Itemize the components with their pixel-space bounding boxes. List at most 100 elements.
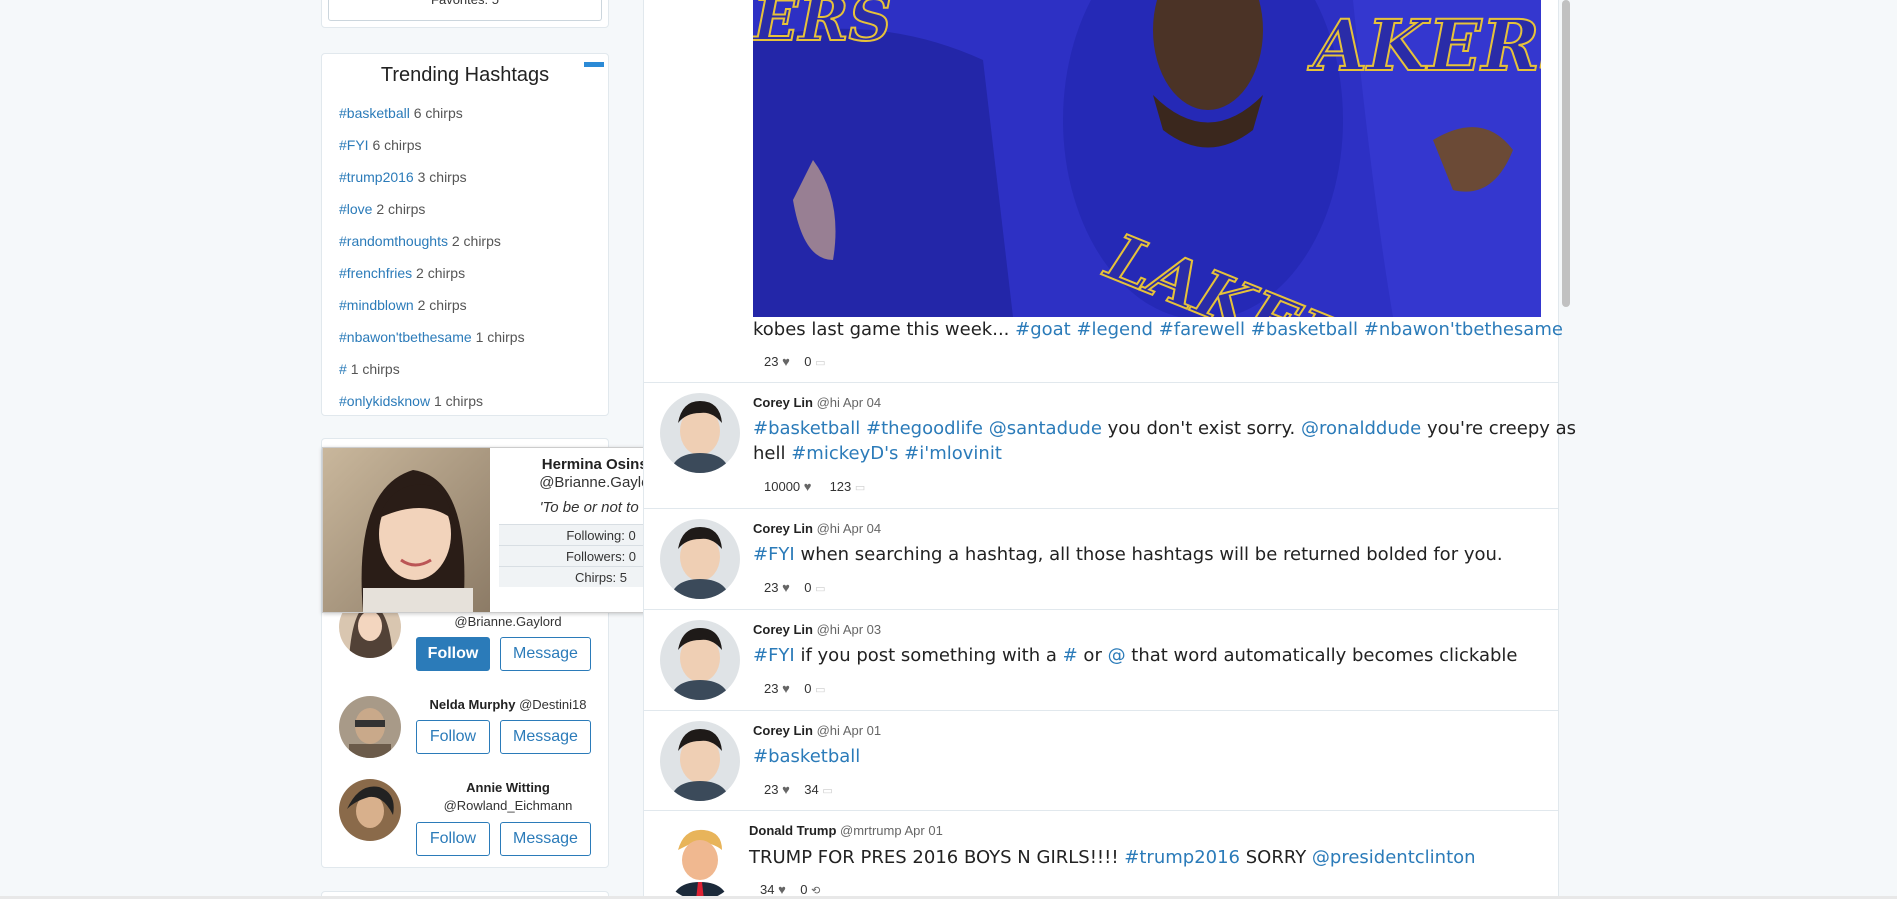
post-byline: Corey Lin @hi Apr 03 — [753, 622, 881, 637]
avatar[interactable] — [339, 696, 401, 758]
like-count: 10000 — [764, 479, 801, 494]
rechirp-count: 0 — [804, 354, 812, 369]
divider — [643, 382, 1559, 383]
mention-link[interactable]: @presidentclinton — [1312, 847, 1476, 868]
minimize-icon[interactable] — [584, 62, 604, 67]
hashtag-link[interactable]: #farewell — [1159, 319, 1245, 340]
avatar[interactable] — [660, 721, 740, 801]
chirp-count: 6 chirps — [372, 137, 422, 153]
author-name[interactable]: Corey Lin — [753, 622, 813, 637]
avatar[interactable] — [660, 519, 740, 599]
follow-button[interactable]: Follow — [416, 822, 490, 856]
hashtag-link[interactable]: #randomthoughts — [339, 233, 448, 249]
rechirp-count: 34 — [804, 782, 819, 797]
post-actions: 23 ♥ 34 ▭ — [764, 782, 833, 797]
trending-item: #randomthoughts 2 chirps — [339, 231, 525, 263]
avatar[interactable] — [660, 620, 740, 700]
author-name[interactable]: Donald Trump — [749, 823, 836, 838]
avatar[interactable] — [339, 779, 401, 841]
hashtag-link[interactable]: #frenchfries — [339, 265, 412, 281]
follow-button[interactable]: Follow — [416, 720, 490, 754]
hashtag-link[interactable]: #love — [339, 201, 372, 217]
like-count: 23 — [764, 681, 779, 696]
chirp-count: 2 chirps — [376, 201, 426, 217]
post-byline: Corey Lin @hi Apr 01 — [753, 723, 881, 738]
heart-icon[interactable]: ♥ — [778, 882, 786, 897]
divider — [643, 609, 1559, 610]
author-handle: @hi — [816, 622, 840, 637]
heart-icon[interactable]: ♥ — [782, 782, 790, 797]
hashtag-link[interactable]: #mickeyD's — [791, 443, 898, 464]
hashtag-link[interactable]: #basketball — [339, 105, 410, 121]
post-actions: 34 ♥ 0 ⟲ — [760, 882, 820, 897]
chirp-count: 6 chirps — [413, 105, 463, 121]
hashtag-link[interactable]: #legend — [1076, 319, 1153, 340]
message-button[interactable]: Message — [500, 637, 591, 671]
profile-stats-panel: Favorites: 5 — [321, 0, 609, 28]
like-count: 34 — [760, 882, 775, 897]
hashtag-link[interactable]: #FYI — [753, 544, 795, 565]
post-date: Apr 04 — [842, 521, 882, 536]
rechirp-icon[interactable]: ▭ — [822, 785, 832, 797]
message-button[interactable]: Message — [500, 822, 591, 856]
hashtag-link[interactable]: #mindblown — [339, 297, 414, 313]
hashtag-link[interactable]: #trump2016 — [339, 169, 414, 185]
who-name-line: Nelda Murphy @Destini18 — [418, 697, 598, 712]
post-text: kobes last game this week... #goat #lege… — [753, 319, 1563, 340]
trending-item: #FYI 6 chirps — [339, 135, 525, 167]
like-count: 23 — [764, 782, 779, 797]
author-handle: @hi — [816, 395, 840, 410]
hashtag-link[interactable]: #trump2016 — [1124, 847, 1240, 868]
hashtag-link[interactable]: #basketball — [1251, 319, 1358, 340]
mention-link[interactable]: @ — [1108, 645, 1126, 666]
hashtag-link[interactable]: # — [1063, 645, 1078, 666]
rechirp-icon[interactable]: ▭ — [815, 357, 825, 369]
hashtag-link[interactable]: #onlykidsknow — [339, 393, 430, 409]
trending-item: #frenchfries 2 chirps — [339, 263, 525, 295]
mention-link[interactable]: @santadude — [989, 418, 1102, 439]
author-handle: @hi — [816, 723, 840, 738]
mention-link[interactable]: @ronalddude — [1301, 418, 1421, 439]
hashtag-link[interactable]: #goat — [1015, 319, 1071, 340]
scrollbar-thumb[interactable] — [1562, 0, 1570, 307]
who-name: Nelda Murphy — [429, 697, 516, 712]
hashtag-link[interactable]: #basketball — [753, 418, 860, 439]
author-name[interactable]: Corey Lin — [753, 395, 813, 410]
author-name[interactable]: Corey Lin — [753, 521, 813, 536]
who-handle: @Rowland_Eichmann — [443, 798, 573, 813]
post-date: Apr 03 — [842, 622, 882, 637]
svg-text:ERS: ERS — [753, 0, 892, 55]
like-count: 23 — [764, 580, 779, 595]
hashtag-link[interactable]: # — [339, 361, 347, 377]
rechirp-count: 0 — [800, 882, 808, 897]
hashtag-link[interactable]: #FYI — [339, 137, 369, 153]
heart-icon[interactable]: ♥ — [782, 580, 790, 595]
rechirp-count: 123 — [829, 479, 852, 494]
avatar[interactable] — [660, 820, 740, 899]
hashtag-link[interactable]: #basketball — [753, 746, 860, 767]
hashtag-link[interactable]: #nbawon'tbethesame — [1364, 319, 1563, 340]
post-date: Apr 04 — [842, 395, 882, 410]
hashtag-link[interactable]: #thegoodlife — [866, 418, 983, 439]
message-button[interactable]: Message — [500, 720, 591, 754]
hashtag-link[interactable]: #nbawon'tbethesame — [339, 329, 472, 345]
rechirp-icon[interactable]: ▭ — [815, 583, 825, 595]
post-actions: 23 ♥ 0 ▭ — [764, 681, 826, 696]
avatar[interactable] — [660, 393, 740, 473]
chirp-count: 1 chirps — [350, 361, 400, 377]
who-name: Annie Witting — [466, 780, 550, 795]
post-text: #basketball #thegoodlife @santadude you … — [753, 418, 1577, 439]
hashtag-link[interactable]: #FYI — [753, 645, 795, 666]
follow-button[interactable]: Follow — [416, 637, 490, 671]
hashtag-link[interactable]: #i'mlovinit — [904, 443, 1002, 464]
heart-icon[interactable]: ♥ — [782, 681, 790, 696]
rechirp-icon[interactable]: ▭ — [815, 684, 825, 696]
trending-list: #basketball 6 chirps #FYI 6 chirps #trum… — [339, 103, 525, 423]
who-handle: @Destini18 — [519, 697, 587, 712]
heart-icon[interactable]: ♥ — [804, 479, 812, 494]
heart-icon[interactable]: ♥ — [782, 354, 790, 369]
post-image[interactable]: AKERS ERS LAKERS — [753, 0, 1541, 317]
trending-item: #basketball 6 chirps — [339, 103, 525, 135]
rechirp-icon[interactable]: ▭ — [855, 482, 865, 494]
author-name[interactable]: Corey Lin — [753, 723, 813, 738]
